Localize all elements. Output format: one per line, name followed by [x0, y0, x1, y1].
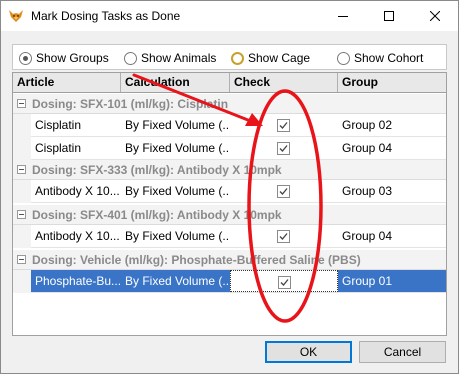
done-checkbox[interactable]: [277, 142, 290, 155]
window-title: Mark Dosing Tasks as Done: [31, 9, 181, 23]
group-label: Dosing: SFX-401 (ml/kg): Antibody X 10mp…: [32, 208, 282, 222]
cell-check: [230, 137, 338, 159]
view-options-group: Show Groups Show Animals Show Cage Show …: [12, 44, 447, 70]
done-checkbox[interactable]: [278, 276, 291, 289]
table-row[interactable]: Cisplatin By Fixed Volume (... Group 02: [31, 114, 446, 137]
row-indent: [13, 270, 31, 293]
cell-article: Phosphate-Bu...: [35, 274, 121, 288]
minimize-button[interactable]: [320, 1, 366, 31]
row-indent: [13, 180, 31, 203]
radio-show-cage[interactable]: Show Cage: [231, 50, 310, 66]
table-row[interactable]: Antibody X 10... By Fixed Volume (... Gr…: [31, 180, 446, 203]
group-row[interactable]: Dosing: Vehicle (ml/kg): Phosphate-Buffe…: [13, 250, 446, 270]
checkmark-icon: [279, 122, 288, 129]
radio-show-cohort[interactable]: Show Cohort: [337, 50, 423, 66]
cell-calculation: By Fixed Volume (...: [125, 184, 230, 198]
group-row[interactable]: Dosing: SFX-333 (ml/kg): Antibody X 10mp…: [13, 160, 446, 180]
done-checkbox[interactable]: [277, 119, 290, 132]
radio-show-groups[interactable]: Show Groups: [19, 50, 109, 66]
collapse-icon[interactable]: [17, 210, 26, 219]
cell-group: Group 02: [342, 118, 393, 132]
collapse-icon[interactable]: [17, 255, 26, 264]
column-header-group[interactable]: Group: [338, 73, 446, 92]
group-row[interactable]: Dosing: SFX-101 (ml/kg): Cisplatin: [13, 94, 446, 114]
checkmark-icon: [279, 145, 288, 152]
cell-check: [230, 180, 338, 202]
ok-button[interactable]: OK: [265, 341, 352, 363]
cell-article: Antibody X 10...: [35, 229, 120, 243]
done-checkbox[interactable]: [277, 185, 290, 198]
checkmark-icon: [279, 188, 288, 195]
dialog-window: Mark Dosing Tasks as Done Show Groups Sh…: [0, 0, 459, 374]
column-header-calculation[interactable]: Calculation: [121, 73, 230, 92]
collapse-icon[interactable]: [17, 165, 26, 174]
radio-label: Show Cage: [248, 51, 311, 65]
group-label: Dosing: Vehicle (ml/kg): Phosphate-Buffe…: [32, 253, 361, 267]
cell-calculation: By Fixed Volume (...: [125, 141, 230, 155]
cell-check: [230, 225, 338, 247]
title-bar[interactable]: Mark Dosing Tasks as Done: [1, 1, 458, 31]
row-indent: [13, 114, 31, 137]
checkmark-icon: [279, 233, 288, 240]
radio-show-animals[interactable]: Show Animals: [124, 50, 216, 66]
cell-calculation: By Fixed Volume (...: [125, 274, 230, 288]
radio-label: Show Cohort: [354, 51, 424, 65]
cell-calculation: By Fixed Volume (...: [125, 118, 230, 132]
cell-check: [230, 270, 338, 292]
cell-group: Group 03: [342, 184, 393, 198]
radio-unselected-icon: [337, 51, 350, 65]
cell-article: Cisplatin: [35, 118, 82, 132]
group-label: Dosing: SFX-333 (ml/kg): Antibody X 10mp…: [32, 163, 282, 177]
radio-unselected-icon: [124, 51, 137, 65]
dosing-tasks-grid[interactable]: Article Calculation Check Group Dosing: …: [12, 72, 447, 336]
fox-icon: [9, 10, 23, 22]
cell-group: Group 01: [342, 274, 393, 288]
group-label: Dosing: SFX-101 (ml/kg): Cisplatin: [32, 97, 229, 111]
radio-selected-icon: [19, 51, 32, 65]
cell-group: Group 04: [342, 229, 393, 243]
cell-check: [230, 114, 338, 136]
checkmark-icon: [280, 279, 289, 286]
table-row[interactable]: Cisplatin By Fixed Volume (... Group 04: [31, 137, 446, 160]
done-checkbox[interactable]: [277, 230, 290, 243]
cell-calculation: By Fixed Volume (...: [125, 229, 230, 243]
close-icon: [430, 11, 440, 21]
maximize-button[interactable]: [366, 1, 412, 31]
radio-label: Show Groups: [36, 51, 109, 65]
collapse-icon[interactable]: [17, 99, 26, 108]
radio-label: Show Animals: [141, 51, 217, 65]
cell-article: Antibody X 10...: [35, 184, 120, 198]
column-header-article[interactable]: Article: [13, 73, 121, 92]
cell-article: Cisplatin: [35, 141, 82, 155]
maximize-icon: [384, 11, 394, 21]
row-indent: [13, 137, 31, 160]
cancel-button[interactable]: Cancel: [359, 341, 446, 363]
cell-group: Group 04: [342, 141, 393, 155]
column-header-check[interactable]: Check: [230, 73, 338, 92]
radio-hover-icon: [231, 51, 244, 65]
row-indent: [13, 225, 31, 248]
group-row[interactable]: Dosing: SFX-401 (ml/kg): Antibody X 10mp…: [13, 205, 446, 225]
table-row-selected[interactable]: Phosphate-Bu... By Fixed Volume (... Gro…: [31, 270, 446, 293]
table-row[interactable]: Antibody X 10... By Fixed Volume (... Gr…: [31, 225, 446, 248]
minimize-icon: [338, 16, 348, 17]
grid-header: Article Calculation Check Group: [13, 73, 446, 93]
close-button[interactable]: [412, 1, 458, 31]
